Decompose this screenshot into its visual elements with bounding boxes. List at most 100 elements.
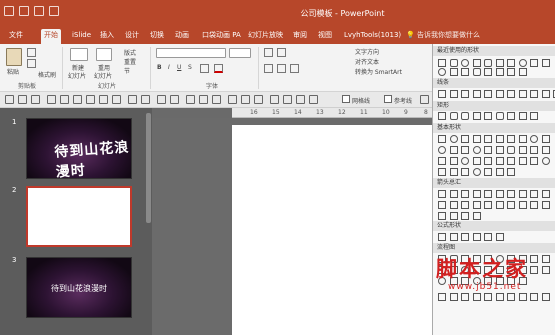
align-left-icon[interactable]: [264, 64, 273, 73]
shape-option-icon[interactable]: [449, 59, 458, 67]
shape-option-icon[interactable]: [507, 201, 515, 209]
shape-option-icon[interactable]: [461, 112, 469, 120]
selection-pane-icon[interactable]: [254, 95, 263, 104]
gridlines-checkbox[interactable]: [342, 95, 350, 103]
shape-option-icon[interactable]: [530, 190, 538, 198]
slide-thumbnail-3[interactable]: 待到山花浪漫时: [26, 257, 132, 318]
shape-option-icon[interactable]: [461, 68, 469, 76]
shape-option-icon[interactable]: [484, 168, 492, 176]
shape-option-icon[interactable]: [461, 293, 469, 301]
redo-icon[interactable]: [31, 95, 40, 104]
arrange-icon[interactable]: [270, 95, 279, 104]
underline-icon[interactable]: U: [177, 64, 181, 71]
shape-option-icon[interactable]: [484, 146, 492, 154]
align-text-button[interactable]: 对齐文本: [355, 57, 379, 66]
shape-option-icon[interactable]: [461, 201, 469, 209]
format-icon[interactable]: [170, 95, 179, 104]
shape-option-icon[interactable]: [484, 59, 492, 67]
shape-option-icon[interactable]: [472, 157, 481, 165]
shape-option-icon[interactable]: [461, 135, 469, 143]
tab-design[interactable]: 设计: [122, 29, 142, 44]
tab-file[interactable]: 文件: [6, 29, 26, 44]
shape-fill-icon[interactable]: [186, 95, 195, 104]
shape-option-icon[interactable]: [472, 146, 481, 154]
shape-option-icon[interactable]: [518, 157, 527, 165]
char-spacing-icon[interactable]: [200, 64, 209, 73]
tab-lvyhtools[interactable]: LvyhTools(1013): [341, 29, 404, 44]
shape-option-icon[interactable]: [484, 90, 492, 98]
shape-option-icon[interactable]: [541, 146, 550, 154]
shape-option-icon[interactable]: [507, 59, 515, 67]
shape-option-icon[interactable]: [541, 135, 550, 143]
shape-option-icon[interactable]: [472, 168, 481, 176]
shape-option-icon[interactable]: [518, 90, 527, 98]
shape-option-icon[interactable]: [438, 112, 446, 120]
tab-insert[interactable]: 插入: [97, 29, 117, 44]
distribute-icon[interactable]: [60, 95, 69, 104]
bullets-icon[interactable]: [264, 48, 273, 57]
shape-option-icon[interactable]: [518, 293, 527, 301]
shape-option-icon[interactable]: [484, 190, 492, 198]
shape-option-icon[interactable]: [461, 59, 469, 67]
shape-option-icon[interactable]: [472, 190, 481, 198]
shape-option-icon[interactable]: [495, 190, 504, 198]
shape-option-icon[interactable]: [449, 201, 458, 209]
shape-option-icon[interactable]: [438, 212, 446, 220]
shadow-icon[interactable]: S: [188, 64, 192, 71]
shape-option-icon[interactable]: [472, 135, 481, 143]
tab-view[interactable]: 视图: [315, 29, 335, 44]
ungroup-icon[interactable]: [86, 95, 95, 104]
rotate-icon[interactable]: [128, 95, 137, 104]
shape-option-icon[interactable]: [507, 68, 515, 76]
shape-option-icon[interactable]: [518, 68, 527, 76]
size-icon[interactable]: [283, 95, 292, 104]
tab-slideshow[interactable]: 幻灯片放映: [245, 29, 286, 44]
reuse-slides-icon[interactable]: [96, 48, 112, 61]
shape-option-icon[interactable]: [495, 233, 504, 241]
shape-option-icon[interactable]: [530, 266, 538, 274]
shape-option-icon[interactable]: [472, 112, 481, 120]
shape-option-icon[interactable]: [530, 112, 538, 120]
shape-option-icon[interactable]: [472, 68, 481, 76]
shape-option-icon[interactable]: [530, 59, 538, 67]
crop-icon[interactable]: [157, 95, 166, 104]
bring-forward-icon[interactable]: [99, 95, 108, 104]
shape-option-icon[interactable]: [438, 157, 446, 165]
shape-option-icon[interactable]: [507, 157, 515, 165]
tab-animations[interactable]: 动画: [172, 29, 192, 44]
shape-option-icon[interactable]: [472, 90, 481, 98]
save-icon[interactable]: [5, 95, 14, 104]
tab-review[interactable]: 审阅: [290, 29, 310, 44]
shape-option-icon[interactable]: [472, 201, 481, 209]
shape-option-icon[interactable]: [461, 233, 469, 241]
shape-option-icon[interactable]: [461, 157, 469, 165]
tab-transitions[interactable]: 切换: [147, 29, 167, 44]
shape-option-icon[interactable]: [530, 90, 538, 98]
text-direction-button[interactable]: 文字方向: [355, 47, 379, 56]
shape-option-icon[interactable]: [461, 190, 469, 198]
shape-option-icon[interactable]: [495, 59, 504, 67]
shape-option-icon[interactable]: [495, 112, 504, 120]
flip-icon[interactable]: [141, 95, 150, 104]
shape-option-icon[interactable]: [438, 59, 446, 67]
send-backward-icon[interactable]: [112, 95, 121, 104]
shape-option-icon[interactable]: [461, 212, 469, 220]
shape-option-icon[interactable]: [495, 68, 504, 76]
shape-option-icon[interactable]: [541, 266, 550, 274]
slide-canvas[interactable]: [232, 125, 432, 335]
align-right-icon[interactable]: [290, 64, 299, 73]
copy-icon[interactable]: [27, 59, 36, 68]
shape-option-icon[interactable]: [472, 59, 481, 67]
shape-option-icon[interactable]: [449, 233, 458, 241]
shape-option-icon[interactable]: [495, 201, 504, 209]
slide-thumbnail-2[interactable]: [26, 186, 132, 247]
shape-option-icon[interactable]: [449, 135, 458, 143]
layout-button[interactable]: 版式: [124, 48, 136, 57]
shape-option-icon[interactable]: [507, 135, 515, 143]
tab-islide[interactable]: iSlide: [69, 29, 94, 44]
shape-option-icon[interactable]: [438, 146, 446, 154]
shape-option-icon[interactable]: [449, 190, 458, 198]
shape-option-icon[interactable]: [449, 212, 458, 220]
shape-option-icon[interactable]: [449, 168, 458, 176]
eyedropper-icon[interactable]: [228, 95, 237, 104]
